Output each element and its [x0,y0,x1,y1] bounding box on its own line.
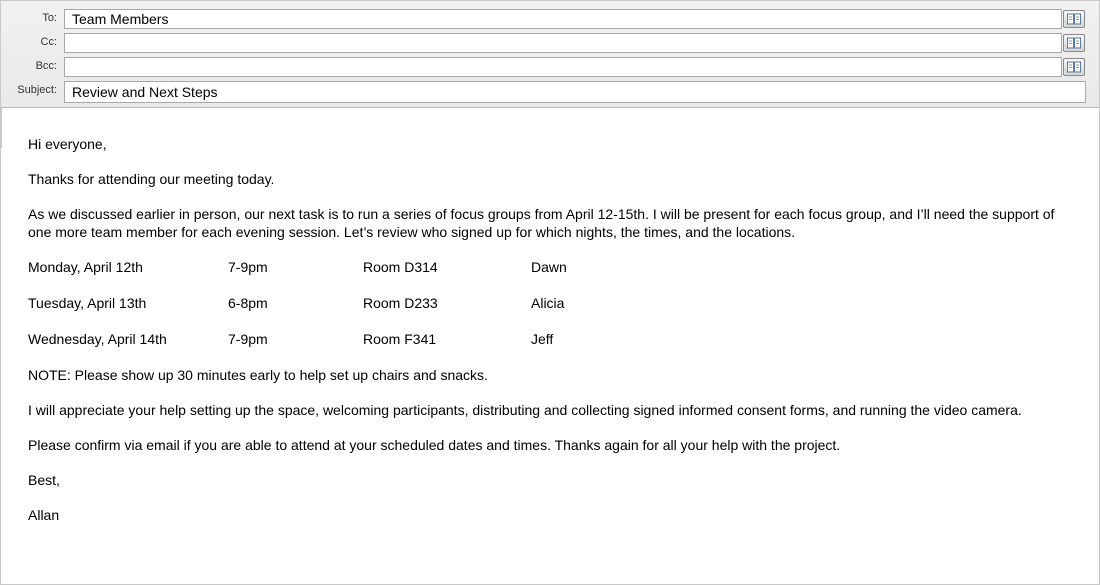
bcc-label: Bcc: [35,60,57,72]
subject-label: Subject: [17,84,57,96]
to-label: To: [42,12,57,24]
compose-window: To: Cc: [0,0,1100,585]
message-body[interactable]: Hi everyone, Thanks for attending our me… [28,135,1078,541]
paragraph-thanks: Thanks for attending our meeting today. [28,171,275,187]
compose-header: To: Cc: [1,1,1099,108]
schedule-time: 7-9pm [228,259,268,275]
schedule-row: Tuesday, April 13th 6-8pm Room D233 Alic… [28,294,1078,312]
schedule-person: Alicia [531,295,565,311]
schedule-day: Wednesday, April 14th [28,331,167,347]
cc-address-book-button[interactable] [1063,34,1085,52]
schedule-person: Dawn [531,259,567,275]
schedule-time: 7-9pm [228,331,268,347]
note-text: NOTE: Please show up 30 minutes early to… [28,367,488,383]
schedule-room: Room F341 [363,331,437,347]
schedule-time: 6-8pm [228,295,268,311]
schedule-day: Tuesday, April 13th [28,295,147,311]
divider [1,108,2,148]
schedule-row: Monday, April 12th 7-9pm Room D314 Dawn [28,258,1078,276]
schedule-day: Monday, April 12th [28,259,143,275]
schedule-room: Room D314 [363,259,438,275]
to-field[interactable] [64,9,1062,29]
schedule-person: Jeff [531,331,554,347]
paragraph-focus-groups: As we discussed earlier in person, our n… [28,206,1055,240]
paragraph-confirm: Please confirm via email if you are able… [28,437,841,453]
cc-row: Cc: [1,33,1099,55]
to-row: To: [1,9,1099,31]
paragraph-help: I will appreciate your help setting up t… [28,402,1022,418]
address-book-icon [1067,13,1081,25]
address-book-icon [1067,37,1081,49]
subject-field[interactable] [64,81,1086,103]
greeting: Hi everyone, [28,136,107,152]
signature: Allan [28,507,60,523]
cc-field[interactable] [64,33,1062,53]
schedule-room: Room D233 [363,295,438,311]
bcc-field[interactable] [64,57,1062,77]
cc-label: Cc: [40,36,58,48]
closing: Best, [28,472,60,488]
schedule-row: Wednesday, April 14th 7-9pm Room F341 Je… [28,330,1078,348]
subject-row: Subject: [1,81,1099,103]
address-book-icon [1067,61,1081,73]
to-address-book-button[interactable] [1063,10,1085,28]
bcc-address-book-button[interactable] [1063,58,1085,76]
bcc-row: Bcc: [1,57,1099,79]
